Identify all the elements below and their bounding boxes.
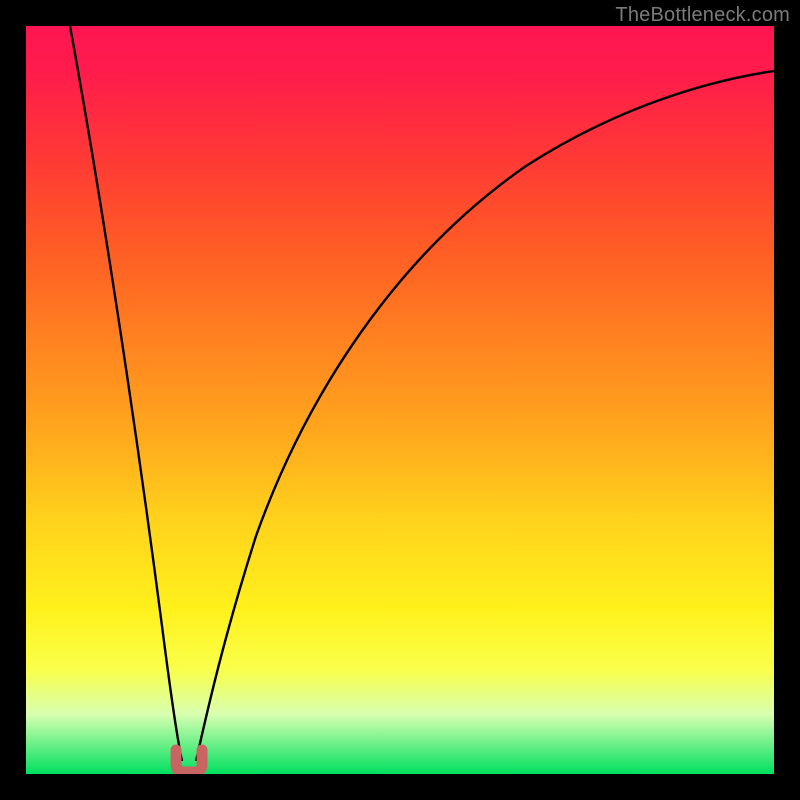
- curve-right-branch: [196, 71, 774, 761]
- valley-marker-icon: [176, 750, 202, 772]
- chart-plot-area: [26, 26, 774, 774]
- chart-frame: TheBottleneck.com: [0, 0, 800, 800]
- curve-left-branch: [70, 26, 182, 761]
- watermark-label: TheBottleneck.com: [615, 4, 790, 27]
- bottleneck-curve: [26, 26, 774, 774]
